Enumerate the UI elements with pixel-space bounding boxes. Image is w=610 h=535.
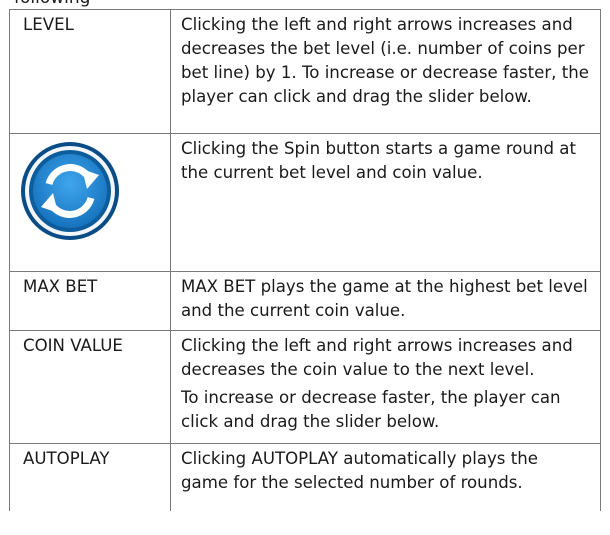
- control-description-max-bet: MAX BET plays the game at the highest be…: [181, 277, 588, 320]
- control-description-coin-value-faster: To increase or decrease faster, the play…: [181, 388, 561, 431]
- control-icon-cell: [9, 133, 171, 272]
- control-name-cell: AUTOPLAY: [9, 443, 171, 511]
- controls-help-table: LEVEL Clicking the left and right arrows…: [9, 9, 601, 511]
- table-row-max-bet: MAX BET MAX BET plays the game at the hi…: [9, 271, 601, 331]
- control-name-cell: COIN VALUE: [9, 330, 171, 444]
- control-name-autoplay: AUTOPLAY: [23, 449, 110, 468]
- table-row-autoplay: AUTOPLAY Clicking AUTOPLAY automatically…: [9, 443, 601, 511]
- table-row-spin: Clicking the Spin button starts a game r…: [9, 133, 601, 272]
- control-name-coin-value: COIN VALUE: [23, 336, 123, 355]
- control-description-level: Clicking the left and right arrows incre…: [181, 15, 589, 106]
- control-description-cell: Clicking the left and right arrows incre…: [170, 330, 601, 444]
- control-name-cell: MAX BET: [9, 271, 171, 331]
- control-description-spin: Clicking the Spin button starts a game r…: [181, 139, 576, 182]
- table-row-level: LEVEL Clicking the left and right arrows…: [9, 9, 601, 134]
- cut-off-heading-text: following: [14, 0, 90, 9]
- spin-button-icon: [21, 142, 119, 240]
- control-description-cell: Clicking AUTOPLAY automatically plays th…: [170, 443, 601, 511]
- control-name-cell: LEVEL: [9, 9, 171, 134]
- control-name-max-bet: MAX BET: [23, 277, 98, 296]
- control-description-cell: Clicking the left and right arrows incre…: [170, 9, 601, 134]
- control-description-autoplay: Clicking AUTOPLAY automatically plays th…: [181, 449, 538, 492]
- control-description-cell: MAX BET plays the game at the highest be…: [170, 271, 601, 331]
- control-name-level: LEVEL: [23, 15, 74, 34]
- table-row-coin-value: COIN VALUE Clicking the left and right a…: [9, 330, 601, 444]
- control-description-coin-value: Clicking the left and right arrows incre…: [181, 336, 573, 379]
- control-description-cell: Clicking the Spin button starts a game r…: [170, 133, 601, 272]
